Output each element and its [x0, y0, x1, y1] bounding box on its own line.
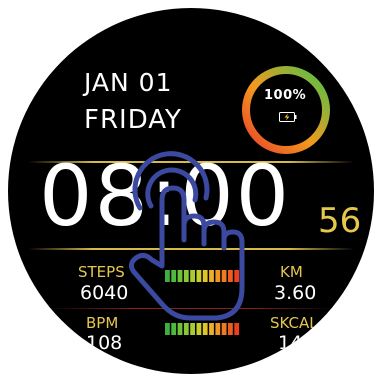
- bpm-value: 108: [86, 332, 123, 354]
- screenshot-stage: JAN 01 FRIDAY 100% 08:00 56 STEPS 6040 K…: [0, 0, 382, 381]
- battery-charging-icon: [279, 112, 297, 122]
- bpm-label: BPM: [86, 314, 119, 332]
- seconds-display: 56: [318, 201, 362, 241]
- tap-gesture-hand-icon: [128, 151, 245, 321]
- weekday-label: FRIDAY: [84, 105, 182, 135]
- battery-ring-gauge: [242, 66, 330, 154]
- km-label: KM: [280, 263, 303, 281]
- date-label: JAN 01: [84, 68, 173, 97]
- kcal-value: 140: [278, 332, 315, 354]
- km-value: 3.60: [274, 282, 317, 304]
- kcal-label: SKCAL: [270, 314, 318, 332]
- battery-percent: 100%: [264, 88, 307, 103]
